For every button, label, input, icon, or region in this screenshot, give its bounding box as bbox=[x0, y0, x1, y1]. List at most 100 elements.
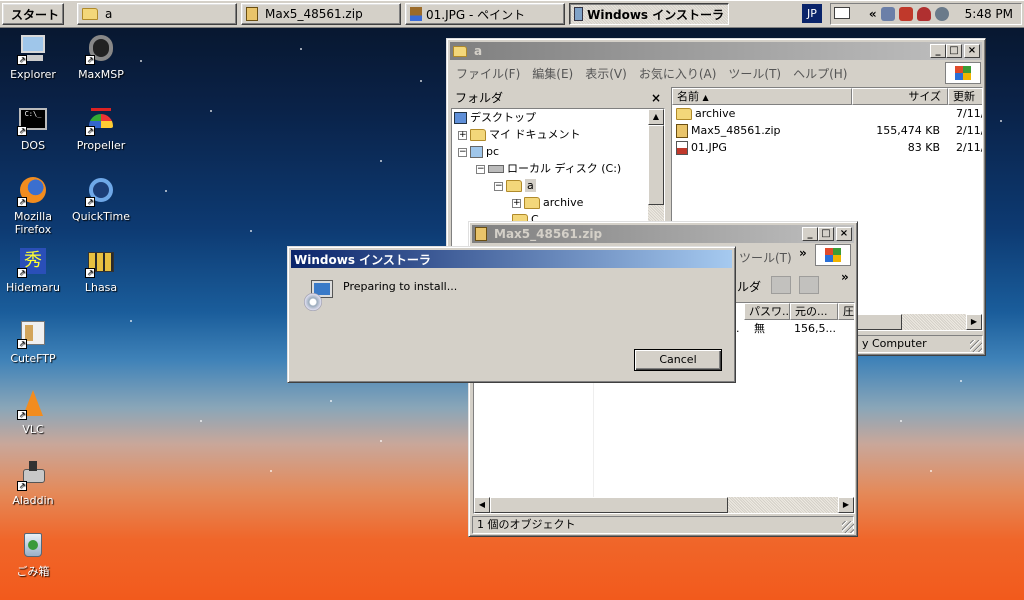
task-button-installer[interactable]: Windows インストーラ bbox=[569, 3, 729, 25]
collapse-icon[interactable]: − bbox=[458, 147, 467, 157]
resize-grip[interactable] bbox=[842, 521, 854, 533]
recycle-bin-icon bbox=[17, 530, 49, 562]
scroll-up-button[interactable]: ▲ bbox=[648, 109, 664, 125]
folder-icon bbox=[470, 129, 486, 141]
task-button-explorer[interactable]: a bbox=[77, 3, 237, 25]
drive-icon bbox=[488, 165, 504, 173]
lhasa-icon: ↗ bbox=[85, 246, 117, 278]
column-name[interactable]: 名前 ▲ bbox=[672, 88, 852, 105]
menu-help[interactable]: ヘルプ(H) bbox=[793, 65, 847, 82]
zip-entry-row[interactable]: . 無 156,5... bbox=[736, 321, 854, 337]
column-size[interactable]: サイズ bbox=[852, 88, 948, 105]
tree-item-pc[interactable]: − pc bbox=[458, 144, 499, 160]
tree-item-archive[interactable]: + archive bbox=[512, 195, 583, 211]
scroll-right-button[interactable]: ▶ bbox=[838, 497, 854, 513]
extract-all-icon[interactable] bbox=[799, 276, 819, 294]
tree-item-my-documents[interactable]: + マイ ドキュメント bbox=[458, 127, 581, 143]
menu-favorites[interactable]: お気に入り(A) bbox=[639, 65, 717, 82]
taskbar: スタート a Max5_48561.zip 01.JPG - ペイント Wind… bbox=[0, 0, 1024, 28]
desktop-icon-cuteftp[interactable]: ↗ CuteFTP bbox=[0, 317, 66, 365]
collapse-icon[interactable]: − bbox=[476, 164, 485, 174]
zip-file-icon bbox=[475, 227, 487, 241]
column-original-size[interactable]: 元の... bbox=[790, 303, 838, 320]
explorer-menubar: ファイル(F) 編集(E) 表示(V) お気に入り(A) ツール(T) ヘルプ(… bbox=[450, 63, 982, 83]
expand-icon[interactable]: + bbox=[458, 130, 467, 140]
maxmsp-icon: ↗ bbox=[85, 33, 117, 65]
toolbar-overflow-icon[interactable]: » bbox=[799, 246, 807, 260]
scroll-thumb[interactable] bbox=[490, 497, 728, 513]
installer-dialog: Windows インストーラ Preparing to install... C… bbox=[287, 246, 736, 383]
tree-item-desktop[interactable]: デスクトップ bbox=[454, 110, 536, 126]
scroll-left-button[interactable]: ◀ bbox=[474, 497, 490, 513]
scroll-thumb[interactable] bbox=[648, 125, 664, 205]
menu-view[interactable]: 表示(V) bbox=[585, 65, 627, 82]
file-row-archive[interactable]: archive 7/11/ bbox=[676, 106, 982, 122]
zip-titlebar[interactable]: Max5_48561.zip _ □ × bbox=[472, 225, 854, 243]
firefox-icon: ↗ bbox=[17, 175, 49, 207]
desktop-icon-vlc[interactable]: ↗ VLC bbox=[0, 388, 66, 436]
folder-icon bbox=[676, 108, 692, 120]
toolbar-overflow-icon[interactable]: » bbox=[841, 270, 849, 284]
image-file-icon bbox=[676, 141, 688, 155]
desktop-icon-propeller[interactable]: ↗ Propeller bbox=[68, 104, 134, 152]
tree-item-local-disk[interactable]: − ローカル ディスク (C:) bbox=[476, 161, 621, 177]
maximize-button[interactable]: □ bbox=[946, 44, 962, 58]
folders-pane-header: フォルダ × bbox=[455, 89, 661, 107]
shield-icon[interactable] bbox=[916, 7, 931, 21]
open-folder-icon bbox=[506, 180, 522, 192]
desktop-icon-lhasa[interactable]: ↗ Lhasa bbox=[68, 246, 134, 294]
toolbar-folders-label[interactable]: ルダ bbox=[737, 278, 761, 295]
resize-grip[interactable] bbox=[970, 340, 982, 352]
file-row-jpg[interactable]: 01.JPG 83 KB 2/11/ bbox=[676, 140, 982, 156]
extract-icon[interactable] bbox=[771, 276, 791, 294]
vlc-cone-icon: ↗ bbox=[17, 388, 49, 420]
explorer-titlebar[interactable]: a _ □ × bbox=[450, 42, 982, 60]
close-button[interactable]: × bbox=[836, 227, 852, 241]
desktop-icon-hidemaru[interactable]: 秀 ↗ Hidemaru bbox=[0, 246, 66, 294]
tree-item-a[interactable]: − a bbox=[494, 178, 536, 194]
minimize-button[interactable]: _ bbox=[802, 227, 818, 241]
desktop-icon bbox=[454, 112, 467, 124]
maximize-button[interactable]: □ bbox=[818, 227, 834, 241]
quicktime-icon: ↗ bbox=[85, 175, 117, 207]
clock[interactable]: 5:48 PM bbox=[965, 7, 1013, 21]
desktop-icon-aladdin[interactable]: ↗ Aladdin bbox=[0, 459, 66, 507]
column-date[interactable]: 更新 bbox=[948, 88, 982, 105]
scroll-right-button[interactable]: ▶ bbox=[966, 314, 982, 330]
cancel-button[interactable]: Cancel bbox=[634, 349, 722, 371]
desktop-icon-recycle-bin[interactable]: ごみ箱 bbox=[0, 530, 66, 578]
system-tray: « 5:48 PM bbox=[830, 3, 1022, 25]
expand-icon[interactable]: + bbox=[512, 198, 521, 208]
horizontal-scrollbar[interactable]: ◀ ▶ bbox=[474, 497, 854, 513]
security-alert-icon[interactable] bbox=[898, 7, 913, 21]
close-pane-icon[interactable]: × bbox=[651, 89, 661, 107]
column-ratio[interactable]: 圧 bbox=[838, 303, 854, 320]
scroll-thumb[interactable] bbox=[852, 314, 902, 330]
menu-file[interactable]: ファイル(F) bbox=[456, 65, 520, 82]
close-button[interactable]: × bbox=[964, 44, 980, 58]
language-indicator[interactable]: JP bbox=[802, 4, 822, 23]
tray-expand-icon[interactable]: « bbox=[869, 7, 877, 21]
update-icon[interactable] bbox=[934, 7, 949, 21]
desktop-icon-firefox[interactable]: ↗ Mozilla Firefox bbox=[0, 175, 66, 236]
menu-tools[interactable]: ツール(T) bbox=[739, 249, 792, 266]
desktop-icon-quicktime[interactable]: ↗ QuickTime bbox=[68, 175, 134, 223]
start-button[interactable]: スタート bbox=[2, 3, 64, 25]
sort-ascending-icon: ▲ bbox=[702, 93, 709, 102]
file-row-zip[interactable]: Max5_48561.zip 155,474 KB 2/11/ bbox=[676, 123, 982, 139]
installer-titlebar[interactable]: Windows インストーラ bbox=[291, 250, 732, 268]
collapse-icon[interactable]: − bbox=[494, 181, 503, 191]
explorer-statusbar: y Computer bbox=[857, 335, 983, 353]
network-icon[interactable] bbox=[880, 7, 895, 21]
task-button-paint[interactable]: 01.JPG - ペイント bbox=[405, 3, 565, 25]
desktop-icon-maxmsp[interactable]: ↗ MaxMSP bbox=[68, 33, 134, 81]
desktop-icon-explorer[interactable]: ↗ Explorer bbox=[0, 33, 66, 81]
aladdin-icon: ↗ bbox=[17, 459, 49, 491]
terminal-icon: C:\_ ↗ bbox=[17, 104, 49, 136]
desktop-icon-dos[interactable]: C:\_ ↗ DOS bbox=[0, 104, 66, 152]
menu-tools[interactable]: ツール(T) bbox=[728, 65, 781, 82]
task-button-zip[interactable]: Max5_48561.zip bbox=[241, 3, 401, 25]
column-password[interactable]: パスワ... bbox=[744, 303, 790, 320]
menu-edit[interactable]: 編集(E) bbox=[532, 65, 573, 82]
minimize-button[interactable]: _ bbox=[930, 44, 946, 58]
